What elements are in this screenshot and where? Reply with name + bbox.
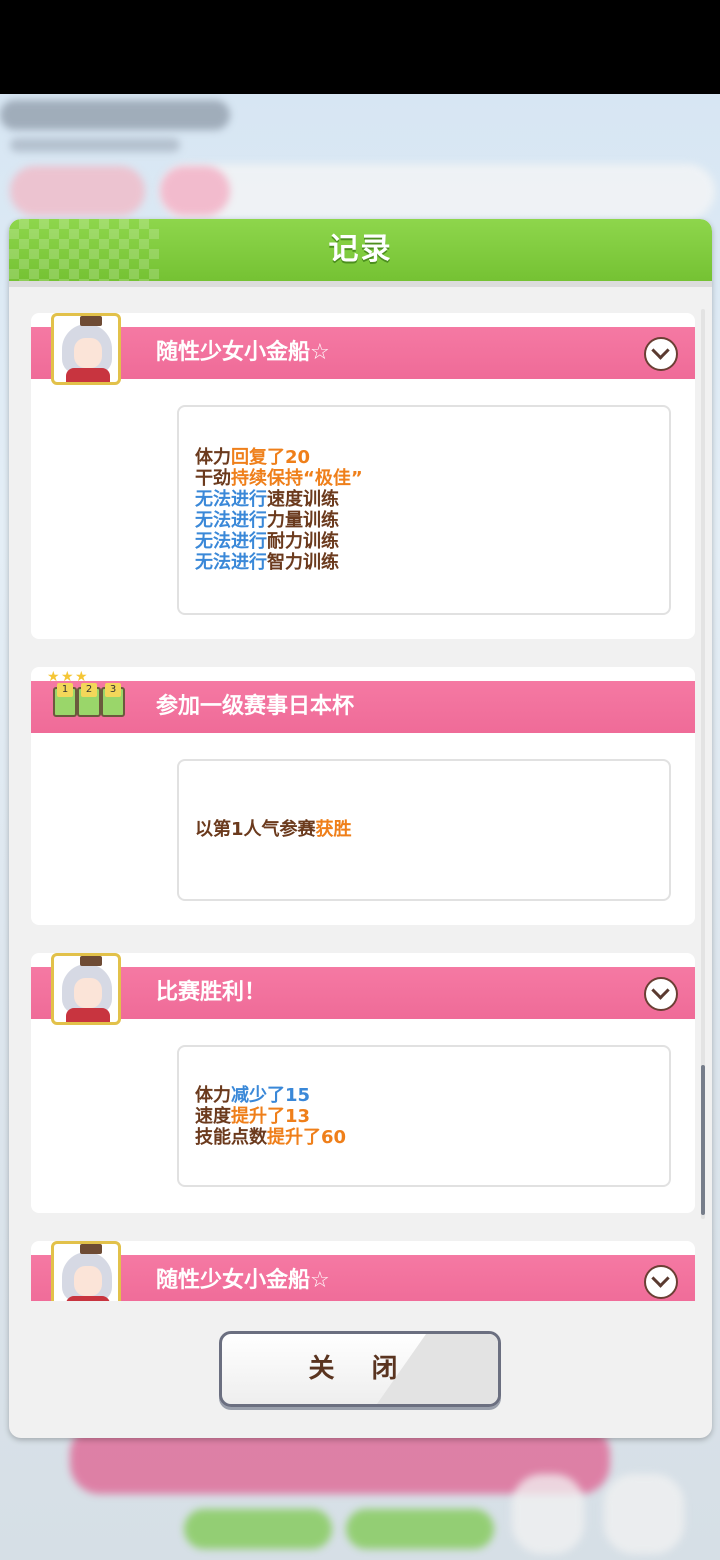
record-line: 体力减少了15 [195,1085,311,1106]
chevron-down-icon[interactable] [644,1265,678,1299]
scrollbar-thumb[interactable] [701,1065,705,1215]
status-bar [0,0,720,94]
record-detail-box: 体力回复了20 干劲持续保持“极佳” 无法进行速度训练 无法进行力量训练 无法进… [177,405,671,615]
record-line: 速度提升了13 [195,1106,311,1127]
record-title: 比赛胜利！ [156,980,267,1005]
record-line: 以第1人气参赛获胜 [195,819,352,840]
record-card: 随性少女小金船☆ [31,1241,695,1301]
character-avatar-icon [51,313,121,385]
record-header[interactable] [31,967,695,1019]
record-header[interactable] [31,1255,695,1301]
record-line: 无法进行力量训练 [195,510,339,531]
record-detail-box: 体力减少了15 速度提升了13 技能点数提升了60 [177,1045,671,1187]
record-title: 参加一级赛事日本杯 [156,694,355,719]
record-title: 随性少女小金船☆ [156,1268,330,1293]
record-line: 技能点数提升了60 [195,1127,347,1148]
record-header[interactable] [31,327,695,379]
dialog-header: 记录 [9,219,712,281]
chevron-down-icon[interactable] [644,977,678,1011]
record-line: 无法进行耐力训练 [195,531,339,552]
close-button-label: 关 闭 [308,1354,412,1384]
record-list[interactable]: 随性少女小金船☆ 体力回复了20 干劲持续保持“极佳” 无法进行速度训练 无法进… [31,299,695,1301]
character-avatar-icon [51,953,121,1025]
character-avatar-icon [51,1241,121,1301]
race-gate-icon: ★ ★ ★ 1 2 3 [43,669,129,723]
record-card: ★ ★ ★ 1 2 3 参加一级赛事日本杯 以第1人气参赛获胜 [31,667,695,925]
record-dialog: 记录 随性少女小金船☆ 体力回复了20 干劲持续保持“极佳” 无法进行速度训练 … [9,219,712,1438]
record-detail-box: 以第1人气参赛获胜 [177,759,671,901]
record-title: 随性少女小金船☆ [156,340,330,365]
record-line: 体力回复了20 [195,447,311,468]
record-card: 随性少女小金船☆ 体力回复了20 干劲持续保持“极佳” 无法进行速度训练 无法进… [31,313,695,639]
record-card: 比赛胜利！ 体力减少了15 速度提升了13 技能点数提升了60 [31,953,695,1213]
record-line: 无法进行智力训练 [195,552,339,573]
chevron-down-icon[interactable] [644,337,678,371]
record-line: 干劲持续保持“极佳” [195,468,363,489]
close-button[interactable]: 关 闭 [219,1331,501,1407]
record-line: 无法进行速度训练 [195,489,339,510]
dialog-title: 记录 [328,232,393,267]
record-header [31,681,695,733]
